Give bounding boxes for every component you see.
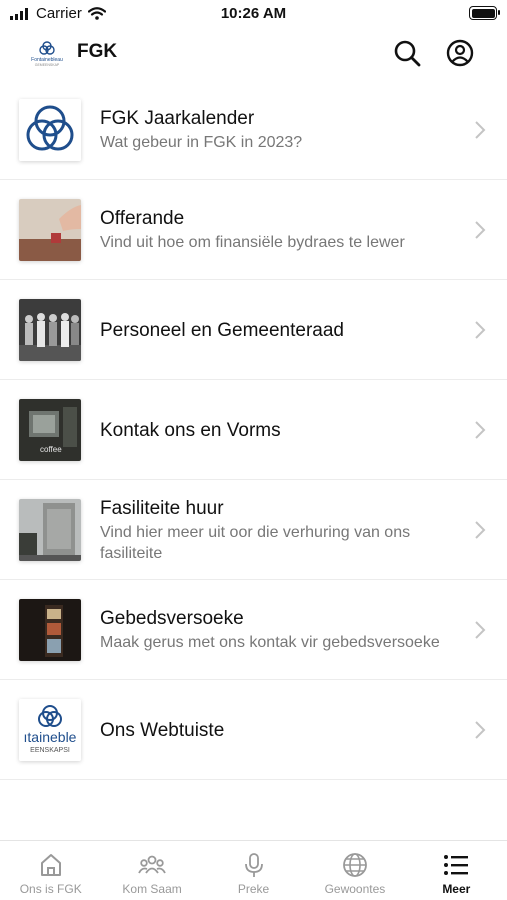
chevron-right-icon (475, 321, 486, 339)
tab-meer[interactable]: Meer (406, 841, 507, 900)
coffee-shop-photo-icon: coffee (19, 399, 81, 461)
group-icon (138, 855, 166, 874)
tab-label: Ons is FGK (19, 882, 82, 896)
staff-group-photo-icon (19, 299, 81, 361)
chevron-right-icon (475, 421, 486, 439)
list-item-personeel[interactable]: Personeel en Gemeenteraad (0, 280, 507, 380)
search-button[interactable] (392, 38, 422, 68)
website-thumbnail: ıtaineble EENSKAPSI (19, 699, 81, 761)
fgk-logo-thumbnail (19, 99, 81, 161)
tab-preke[interactable]: Preke (203, 841, 304, 900)
microphone-icon (244, 853, 263, 877)
window-photo-icon (19, 599, 81, 661)
tab-bar: Ons is FGK Kom Saam Preke Gewoontes Meer (0, 840, 507, 900)
fgk-logo-mark-icon (19, 99, 81, 161)
offering-thumbnail (19, 199, 81, 261)
website-logo-wordmark: ıtaineble (24, 729, 77, 745)
list-item-title: Ons Webtuiste (100, 719, 225, 741)
building-photo-icon (19, 499, 81, 561)
list-item-title: Offerande (100, 208, 185, 229)
chevron-right-icon (475, 121, 486, 139)
window-thumbnail (19, 599, 81, 661)
list-item-subtitle: Vind hier meer uit oor die verhuring van… (100, 523, 411, 562)
tab-ons-is-fgk[interactable]: Ons is FGK (0, 841, 101, 900)
globe-icon (343, 853, 367, 877)
list-item-jaarkalender[interactable]: FGK Jaarkalender Wat gebeur in FGK in 20… (0, 80, 507, 180)
tab-label: Preke (237, 882, 270, 896)
list-item-title: Fasiliteite huur (100, 497, 224, 519)
account-button[interactable] (445, 38, 475, 68)
menu-list: FGK Jaarkalender Wat gebeur in FGK in 20… (0, 80, 507, 780)
status-bar: Carrier 10:26 AM (0, 0, 507, 28)
offering-photo-icon (19, 199, 81, 261)
app-header: Fontainebleau GEMEENSKAP FGK (0, 28, 507, 78)
list-item-title: FGK Jaarkalender (100, 108, 255, 129)
tab-gewoontes[interactable]: Gewoontes (304, 841, 405, 900)
list-item-webtuiste[interactable]: ıtaineble EENSKAPSI Ons Webtuiste (0, 680, 507, 780)
list-item-kontak[interactable]: coffee Kontak ons en Vorms (0, 380, 507, 480)
page-title: FGK (77, 41, 118, 62)
list-item-subtitle: Maak gerus met ons kontak vir gebedsvers… (100, 634, 440, 651)
list-item-title: Personeel en Gemeenteraad (100, 319, 344, 341)
list-item-title: Kontak ons en Vorms (100, 419, 281, 441)
account-icon (446, 39, 474, 67)
list-item-fasiliteite[interactable]: Fasiliteite huur Vind hier meer uit oor … (0, 480, 507, 580)
fontainebleau-logo-icon: ıtaineble EENSKAPSI (19, 699, 81, 761)
website-logo-subtext: EENSKAPSI (30, 747, 70, 754)
coffee-sign-text: coffee (40, 445, 62, 454)
battery-icon (469, 6, 500, 20)
staff-thumbnail (19, 299, 81, 361)
tab-kom-saam[interactable]: Kom Saam (101, 841, 202, 900)
list-item-title: Gebedsversoeke (100, 608, 244, 629)
tab-label: Kom Saam (122, 882, 182, 896)
building-thumbnail (19, 499, 81, 561)
tab-label: Gewoontes (324, 882, 386, 896)
coffee-thumbnail: coffee (19, 399, 81, 461)
list-icon (444, 855, 469, 875)
home-icon (40, 854, 61, 876)
tab-label: Meer (442, 882, 471, 896)
list-item-subtitle: Vind uit hoe om finansiële bydraes te le… (100, 234, 405, 251)
logo-subtext: GEMEENSKAP (35, 63, 60, 67)
list-item-gebedsversoeke[interactable]: Gebedsversoeke Maak gerus met ons kontak… (0, 580, 507, 680)
status-time: 10:26 AM (220, 5, 287, 22)
list-item-offerande[interactable]: Offerande Vind uit hoe om finansiële byd… (0, 180, 507, 280)
list-item-subtitle: Wat gebeur in FGK in 2023? (100, 134, 303, 151)
search-icon (394, 40, 421, 67)
fgk-logo: Fontainebleau GEMEENSKAP (31, 41, 63, 67)
chevron-right-icon (475, 221, 486, 239)
chevron-right-icon (475, 621, 486, 639)
chevron-right-icon (475, 521, 486, 539)
chevron-right-icon (475, 721, 486, 739)
